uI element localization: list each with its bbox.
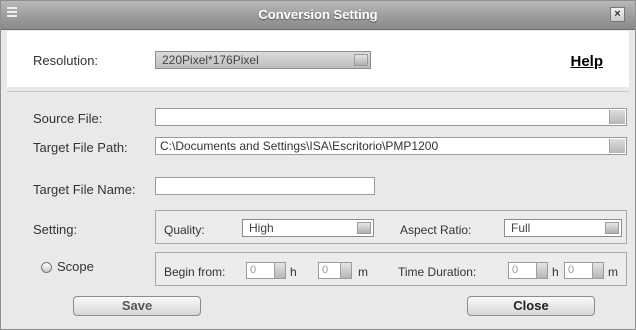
spinner-arrows-icon[interactable] bbox=[274, 263, 285, 278]
begin-minute-spinner[interactable]: 0 bbox=[318, 262, 352, 279]
title-bar[interactable]: Conversion Setting × bbox=[1, 1, 635, 30]
browse-target-button[interactable] bbox=[609, 139, 625, 153]
duration-minute-value: 0 bbox=[568, 264, 575, 276]
begin-hour-spinner[interactable]: 0 bbox=[246, 262, 286, 279]
spinner-arrows-icon[interactable] bbox=[592, 263, 603, 278]
quality-select[interactable]: High bbox=[242, 219, 374, 237]
quality-label: Quality: bbox=[164, 223, 205, 237]
dropdown-arrow-icon[interactable] bbox=[605, 222, 619, 234]
scope-label: Scope bbox=[57, 259, 94, 274]
save-button[interactable]: Save bbox=[73, 296, 201, 316]
duration-hour-value: 0 bbox=[512, 264, 519, 276]
begin-from-label: Begin from: bbox=[164, 265, 226, 279]
quality-value: High bbox=[249, 221, 274, 235]
resolution-section: Resolution: 220Pixel*176Pixel Help bbox=[7, 31, 629, 87]
target-path-label: Target File Path: bbox=[33, 140, 128, 155]
setting-label: Setting: bbox=[33, 222, 78, 237]
close-icon[interactable]: × bbox=[610, 7, 625, 22]
duration-hour-spinner[interactable]: 0 bbox=[508, 262, 548, 279]
source-file-field[interactable] bbox=[155, 108, 627, 126]
spinner-arrows-icon[interactable] bbox=[536, 263, 547, 278]
dropdown-arrow-icon[interactable] bbox=[354, 54, 368, 66]
setting-group: Quality: High Aspect Ratio: Full bbox=[155, 210, 627, 244]
dropdown-arrow-icon[interactable] bbox=[357, 222, 371, 234]
window-title: Conversion Setting bbox=[258, 7, 378, 22]
help-link[interactable]: Help bbox=[570, 53, 603, 70]
begin-minute-value: 0 bbox=[322, 264, 329, 276]
settings-panel: Source File: Target File Path: C:\Docume… bbox=[7, 91, 629, 328]
resolution-label: Resolution: bbox=[33, 53, 99, 68]
aspect-ratio-label: Aspect Ratio: bbox=[400, 223, 472, 237]
minute-unit-label: m bbox=[608, 265, 618, 279]
aspect-ratio-select[interactable]: Full bbox=[504, 219, 622, 237]
target-path-value: C:\Documents and Settings\ISA\Escritorio… bbox=[160, 139, 439, 153]
scope-checkbox[interactable] bbox=[41, 262, 52, 273]
scope-group: Begin from: 0 h 0 m Time Duration: 0 h 0… bbox=[155, 252, 627, 286]
time-duration-label: Time Duration: bbox=[398, 265, 477, 279]
target-name-label: Target File Name: bbox=[33, 182, 136, 197]
source-file-label: Source File: bbox=[33, 111, 103, 126]
resolution-value: 220Pixel*176Pixel bbox=[162, 53, 259, 67]
target-path-field[interactable]: C:\Documents and Settings\ISA\Escritorio… bbox=[155, 137, 627, 155]
minute-unit-label: m bbox=[358, 265, 368, 279]
target-name-field[interactable] bbox=[155, 177, 375, 195]
duration-minute-spinner[interactable]: 0 bbox=[564, 262, 604, 279]
hour-unit-label: h bbox=[290, 265, 297, 279]
resolution-select[interactable]: 220Pixel*176Pixel bbox=[155, 51, 371, 69]
browse-source-button[interactable] bbox=[609, 110, 625, 124]
hour-unit-label: h bbox=[552, 265, 559, 279]
conversion-setting-dialog: Conversion Setting × Resolution: 220Pixe… bbox=[0, 0, 636, 330]
spinner-arrows-icon[interactable] bbox=[340, 263, 351, 278]
begin-hour-value: 0 bbox=[250, 264, 257, 276]
close-button[interactable]: Close bbox=[467, 296, 595, 316]
aspect-ratio-value: Full bbox=[511, 221, 531, 235]
